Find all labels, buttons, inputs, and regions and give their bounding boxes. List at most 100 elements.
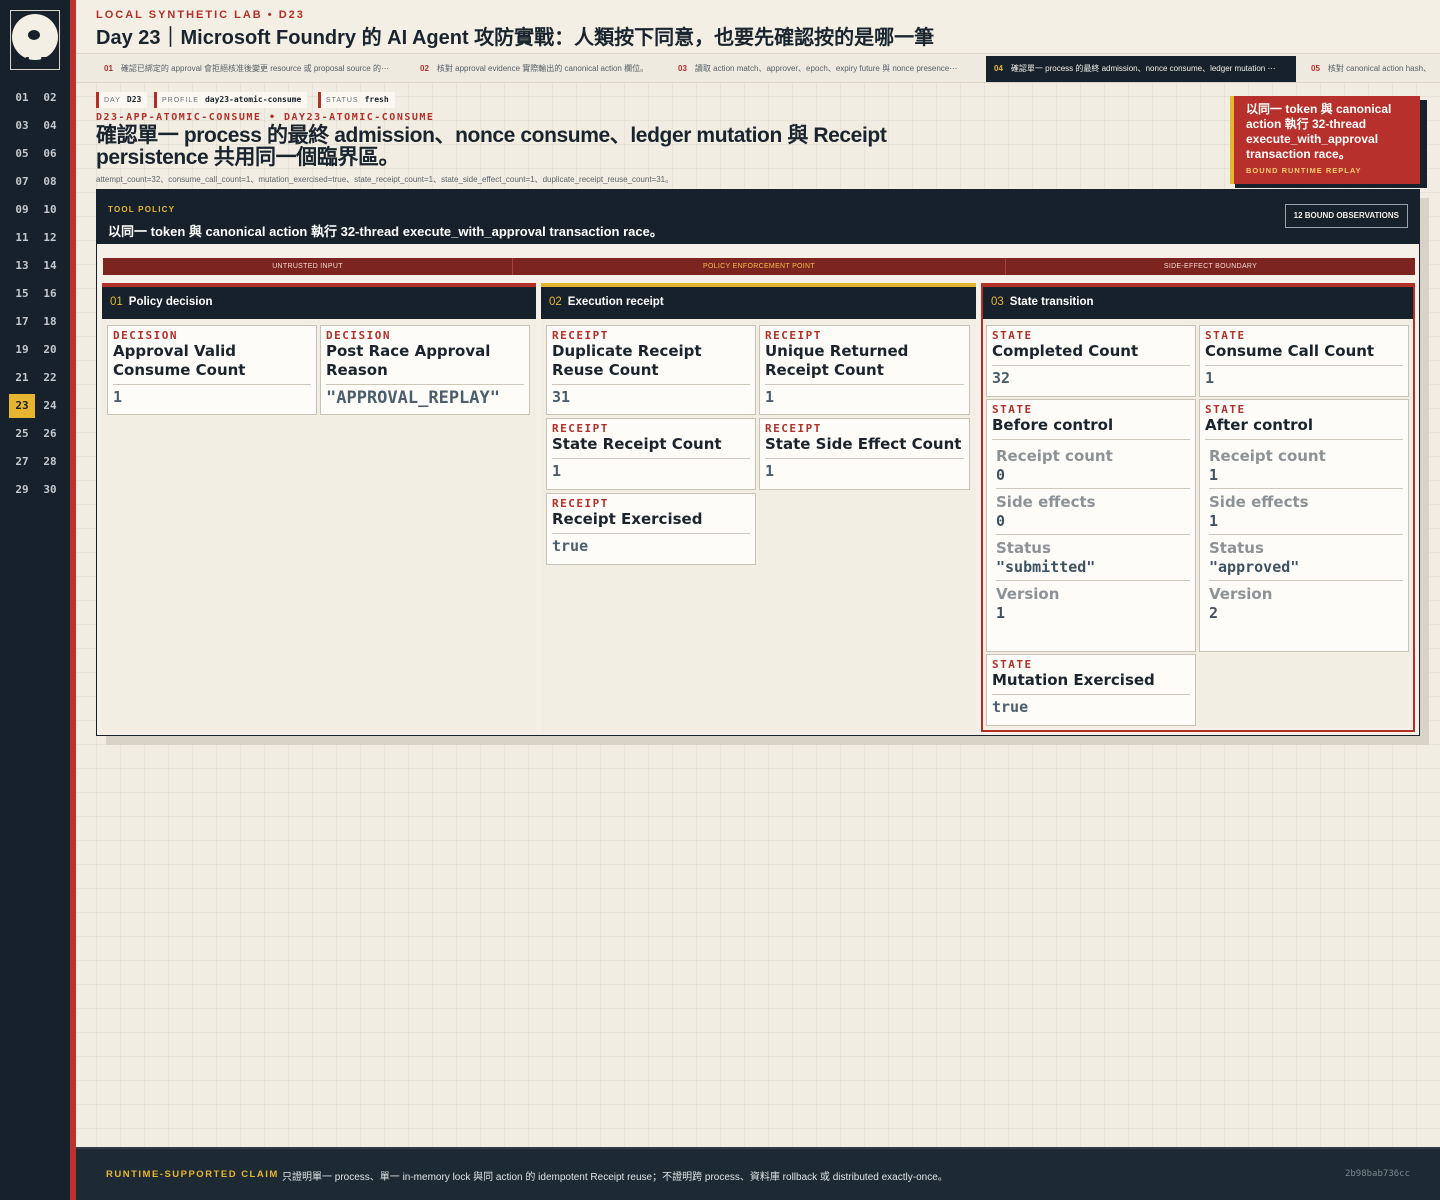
tab-02[interactable]: 02 核對 approval evidence 實際輸出的 canonical a… — [412, 56, 657, 82]
sidebar-day-12[interactable]: 12 — [37, 226, 63, 250]
sidebar-day-17[interactable]: 17 — [9, 310, 35, 334]
tab-01[interactable]: 01 確認已綁定的 approval 會拒絕核准後變更 resource 或 pr… — [96, 56, 396, 82]
card-value: 1 — [765, 388, 775, 406]
sidebar-day-18[interactable]: 18 — [37, 310, 63, 334]
card-type: STATE — [992, 329, 1033, 342]
column-execution-receipt: 02 Execution receipt RECEIPT Duplicate Re… — [541, 283, 976, 732]
footer: RUNTIME-SUPPORTED CLAIM 只證明單一 process、單一… — [76, 1147, 1440, 1200]
card-name: Duplicate Receipt Reuse Count — [552, 342, 750, 385]
receipt-card: RECEIPT Unique Returned Receipt Count 1 — [759, 325, 970, 415]
card-type: DECISION — [113, 329, 178, 342]
sidebar-day-15[interactable]: 15 — [9, 282, 35, 306]
card-value: 31 — [552, 388, 571, 406]
card-name: State Receipt Count — [552, 435, 750, 459]
sub-value: "approved" — [1209, 558, 1300, 576]
tab-label: 核對 approval evidence 實際輸出的 canonical act… — [436, 64, 649, 73]
tool-policy-panel: TOOL POLICY 以同一 token 與 canonical action… — [96, 189, 1420, 736]
card-value: 1 — [765, 462, 775, 480]
sidebar-day-22[interactable]: 22 — [37, 366, 63, 390]
tab-04[interactable]: 04 確認單一 process 的最終 admission、nonce consu… — [986, 56, 1296, 82]
card-name: After control — [1205, 416, 1403, 440]
band-policy-enforcement: POLICY ENFORCEMENT POINT — [703, 263, 815, 270]
sidebar-day-10[interactable]: 10 — [37, 198, 63, 222]
sub-label: Version — [996, 585, 1060, 603]
tab-label: 確認單一 process 的最終 admission、nonce consume… — [1010, 64, 1276, 73]
receipt-card: RECEIPT Duplicate Receipt Reuse Count 31 — [546, 325, 756, 415]
sidebar-day-21[interactable]: 21 — [9, 366, 35, 390]
before-control-card: STATE Before control Receipt count 0 Sid… — [986, 399, 1196, 652]
state-card: STATE Consume Call Count 1 — [1199, 325, 1409, 397]
tab-number: 05 — [1311, 64, 1320, 73]
sidebar-day-30[interactable]: 30 — [37, 478, 63, 502]
sidebar-day-05[interactable]: 05 — [9, 142, 35, 166]
card-value: 1 — [113, 388, 123, 406]
scenario-tabbar: 01 確認已綁定的 approval 會拒絕核准後變更 resource 或 pr… — [76, 55, 1440, 83]
sub-row: Receipt count 1 — [1209, 443, 1403, 489]
card-name: Completed Count — [992, 342, 1190, 366]
column-policy-decision: 01 Policy decision DECISION Approval Vali… — [102, 283, 536, 732]
card-name: Receipt Exercised — [552, 510, 750, 534]
sidebar-day-19[interactable]: 19 — [9, 338, 35, 362]
sidebar-day-07[interactable]: 07 — [9, 170, 35, 194]
header-kicker: LOCAL SYNTHETIC LAB • D23 — [96, 9, 305, 21]
page-title: Day 23｜Microsoft Foundry 的 AI Agent 攻防實戰… — [96, 27, 935, 49]
tab-label: 核對 canonical action hash、 — [1327, 64, 1432, 73]
boundary-band: UNTRUSTED INPUT POLICY ENFORCEMENT POINT… — [103, 258, 1415, 275]
card-name: Mutation Exercised — [992, 671, 1190, 695]
card-type: RECEIPT — [765, 329, 822, 342]
metrics-line: attempt_count=32、consume_call_count=1、mu… — [96, 175, 674, 184]
card-type: STATE — [992, 403, 1033, 416]
footer-label: RUNTIME-SUPPORTED CLAIM — [106, 1169, 279, 1180]
card-value: 32 — [992, 369, 1011, 387]
sub-value: 1 — [1209, 466, 1219, 484]
column-state-transition: 03 State transition STATE Completed Count… — [981, 283, 1415, 732]
tab-05[interactable]: 05 核對 canonical action hash、 — [1303, 56, 1440, 82]
sidebar-day-08[interactable]: 08 — [37, 170, 63, 194]
sub-label: Status — [1209, 539, 1264, 557]
sub-row: Side effects 1 — [1209, 489, 1403, 535]
scenario-title: 確認單一 process 的最終 admission、nonce consume… — [96, 124, 887, 169]
observations-badge: 12 BOUND OBSERVATIONS — [1284, 204, 1408, 228]
column-title: State transition — [1009, 296, 1094, 308]
sidebar-day-01[interactable]: 01 — [9, 86, 35, 110]
sidebar-day-23[interactable]: 23 — [9, 394, 35, 418]
sub-row: Receipt count 0 — [996, 443, 1190, 489]
sidebar-day-04[interactable]: 04 — [37, 114, 63, 138]
column-title: Policy decision — [128, 296, 213, 308]
card-name: Consume Call Count — [1205, 342, 1403, 366]
tab-number: 01 — [104, 64, 113, 73]
column-body: STATE Completed Count 32 STATE Consume C… — [983, 319, 1413, 728]
sidebar-day-03[interactable]: 03 — [9, 114, 35, 138]
card-value: 1 — [1205, 369, 1215, 387]
sidebar-day-14[interactable]: 14 — [37, 254, 63, 278]
column-body: RECEIPT Duplicate Receipt Reuse Count 31… — [541, 319, 976, 732]
sidebar-day-11[interactable]: 11 — [9, 226, 35, 250]
sidebar-day-20[interactable]: 20 — [37, 338, 63, 362]
sidebar-day-09[interactable]: 09 — [9, 198, 35, 222]
sidebar-day-27[interactable]: 27 — [9, 450, 35, 474]
column-header: 01 Policy decision — [102, 287, 536, 319]
sub-label: Receipt count — [1209, 447, 1326, 465]
sidebar-day-29[interactable]: 29 — [9, 478, 35, 502]
chip-value: D23 — [126, 95, 142, 104]
sub-value: 0 — [996, 512, 1006, 530]
sidebar-day-28[interactable]: 28 — [37, 450, 63, 474]
tab-03[interactable]: 03 讀取 action match、approver、epoch、expiry … — [670, 56, 970, 82]
sub-row: Version 2 — [1209, 581, 1403, 626]
sidebar-day-16[interactable]: 16 — [37, 282, 63, 306]
state-card: STATE Completed Count 32 — [986, 325, 1196, 397]
sub-label: Side effects — [996, 493, 1096, 511]
card-value: true — [552, 537, 589, 555]
mutation-card: STATE Mutation Exercised true — [986, 654, 1196, 726]
scenario-slug: D23-APP-ATOMIC-CONSUME • DAY23-ATOMIC-CO… — [96, 112, 435, 123]
sidebar-day-13[interactable]: 13 — [9, 254, 35, 278]
sidebar-day-02[interactable]: 02 — [37, 86, 63, 110]
sidebar-day-06[interactable]: 06 — [37, 142, 63, 166]
sidebar-day-26[interactable]: 26 — [37, 422, 63, 446]
sidebar-day-25[interactable]: 25 — [9, 422, 35, 446]
sidebar-day-24[interactable]: 24 — [37, 394, 63, 418]
decision-card: DECISION Approval Valid Consume Count 1 — [107, 325, 317, 415]
card-name: Approval Valid Consume Count — [113, 342, 311, 385]
card-type: RECEIPT — [552, 422, 609, 435]
card-name: Post Race Approval Reason — [326, 342, 524, 385]
